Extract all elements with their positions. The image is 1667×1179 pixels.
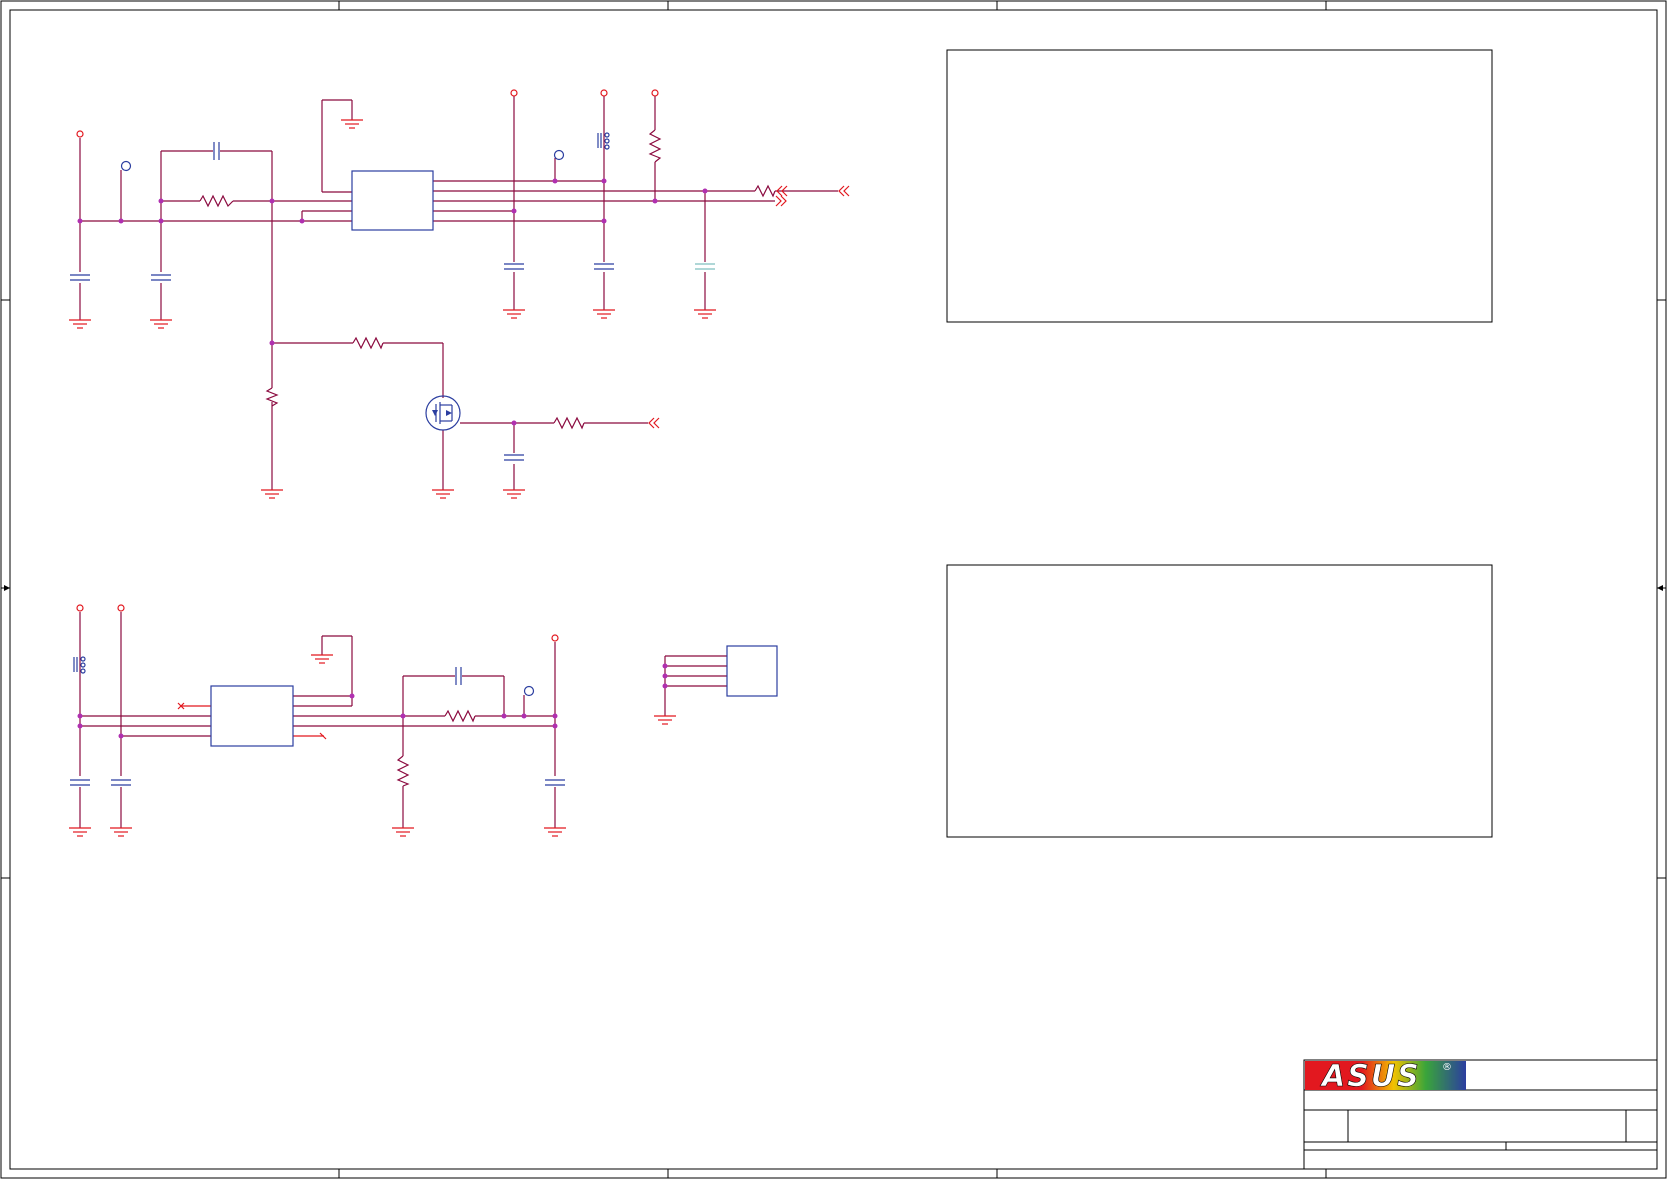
schematic-sheet: ASUS ® bbox=[0, 0, 1667, 1179]
asus-logo: ASUS ® bbox=[1305, 1059, 1466, 1094]
center-marker-right bbox=[1657, 585, 1666, 591]
lower-ic-body bbox=[210, 685, 294, 747]
connector-body bbox=[726, 645, 778, 697]
note-box-bottom bbox=[946, 564, 1493, 838]
upper-circuit bbox=[69, 89, 850, 499]
upper-ic-body bbox=[351, 170, 434, 231]
lower-circuit bbox=[69, 604, 778, 837]
center-marker-left bbox=[1, 585, 10, 591]
note-box-top bbox=[946, 49, 1493, 323]
sheet-frame bbox=[0, 0, 1667, 1179]
svg-text:®: ® bbox=[1442, 1062, 1452, 1073]
svg-text:ASUS: ASUS bbox=[1320, 1059, 1421, 1094]
